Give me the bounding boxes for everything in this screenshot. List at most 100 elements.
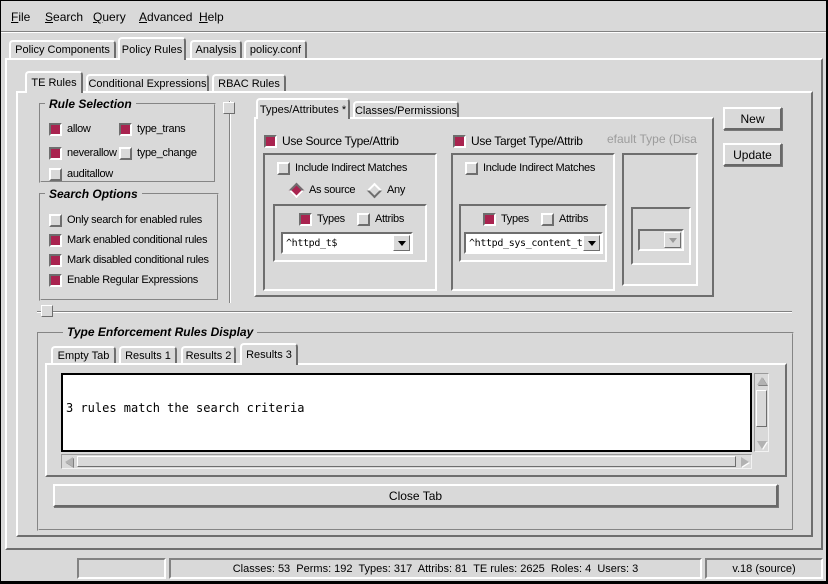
- search-options-title: Search Options: [45, 187, 142, 201]
- checkbox-target-attribs[interactable]: Attribs: [541, 212, 588, 226]
- menu-advanced[interactable]: Advanced: [137, 9, 194, 25]
- tab-conditional-expressions[interactable]: Conditional Expressions: [86, 74, 209, 91]
- scroll-right-button[interactable]: [738, 455, 751, 468]
- combobox-dropdown-button: [664, 232, 681, 248]
- checkbox-source-attribs[interactable]: Attribs: [357, 212, 404, 226]
- checkbox-indicator: [264, 135, 277, 148]
- tab-policy-components[interactable]: Policy Components: [9, 40, 116, 58]
- update-button[interactable]: Update: [723, 143, 782, 166]
- default-type-combobox: [638, 229, 684, 251]
- checkbox-mark-enabled[interactable]: Mark enabled conditional rules: [49, 233, 207, 247]
- menu-query[interactable]: Query: [91, 9, 128, 25]
- tab-analysis[interactable]: Analysis: [190, 40, 242, 58]
- checkbox-label: Mark enabled conditional rules: [67, 234, 207, 246]
- radio-indicator: [367, 182, 383, 198]
- target-type-combobox[interactable]: ^httpd_sys_content_t$: [464, 232, 603, 254]
- checkbox-neverallow[interactable]: neverallow: [49, 146, 117, 160]
- close-tab-button[interactable]: Close Tab: [53, 484, 778, 507]
- checkbox-indicator: [277, 162, 290, 175]
- results-horizontal-scrollbar[interactable]: [61, 454, 752, 469]
- horizontal-scroll-thumb[interactable]: [77, 456, 736, 467]
- menu-search[interactable]: Search: [43, 9, 85, 25]
- status-policy-version: v.18 (source): [705, 558, 823, 579]
- checkbox-indicator: [49, 254, 62, 267]
- vertical-scroll-thumb[interactable]: [756, 390, 767, 427]
- checkbox-only-enabled[interactable]: Only search for enabled rules: [49, 213, 202, 227]
- chevron-down-icon: [398, 241, 406, 246]
- checkbox-use-source[interactable]: Use Source Type/Attrib: [264, 134, 399, 148]
- menu-file[interactable]: File: [9, 9, 32, 25]
- checkbox-label: Types: [501, 213, 529, 225]
- combobox-dropdown-button[interactable]: [393, 235, 410, 251]
- tab-policy-rules[interactable]: Policy Rules: [118, 37, 186, 60]
- scroll-down-button[interactable]: [755, 438, 768, 451]
- vertical-sash-handle[interactable]: [223, 102, 235, 114]
- results-vertical-scrollbar[interactable]: [754, 373, 769, 452]
- menu-separator: [1, 31, 826, 33]
- radio-indicator: [289, 182, 305, 198]
- new-button[interactable]: New: [723, 107, 782, 130]
- checkbox-label: Enable Regular Expressions: [67, 274, 198, 286]
- vertical-sash[interactable]: [229, 101, 231, 303]
- menu-help[interactable]: Help: [197, 9, 226, 25]
- source-type-combobox[interactable]: ^httpd_t$: [281, 232, 413, 254]
- scroll-up-button[interactable]: [755, 374, 768, 387]
- status-version-text: v.18 (source): [732, 563, 795, 575]
- checkbox-auditallow[interactable]: auditallow: [49, 167, 113, 181]
- checkbox-label: Attribs: [375, 213, 404, 225]
- checkbox-target-indirect[interactable]: Include Indirect Matches: [465, 161, 595, 175]
- combobox-dropdown-button[interactable]: [583, 235, 600, 251]
- checkbox-mark-disabled[interactable]: Mark disabled conditional rules: [49, 253, 209, 267]
- checkbox-label: Use Source Type/Attrib: [282, 134, 399, 148]
- checkbox-label: allow: [67, 123, 91, 135]
- horizontal-sash[interactable]: [37, 311, 792, 313]
- checkbox-source-types[interactable]: Types: [299, 212, 345, 226]
- tab-te-rules[interactable]: TE Rules: [25, 71, 83, 93]
- results-text-area[interactable]: 3 rules match the search criteria (5822)…: [61, 373, 752, 452]
- checkbox-regex[interactable]: Enable Regular Expressions: [49, 273, 198, 287]
- checkbox-source-indirect[interactable]: Include Indirect Matches: [277, 161, 407, 175]
- horizontal-sash-handle[interactable]: [41, 305, 53, 317]
- tab-results-1[interactable]: Results 1: [119, 346, 177, 363]
- tab-results-2[interactable]: Results 2: [181, 346, 236, 363]
- scroll-left-button[interactable]: [62, 455, 75, 468]
- results-summary: 3 rules match the search criteria: [66, 402, 747, 415]
- tab-classes-permissions[interactable]: Classes/Permissions: [353, 101, 459, 118]
- rule-selection-title: Rule Selection: [45, 97, 136, 111]
- checkbox-indicator: [453, 135, 466, 148]
- tab-policy-conf[interactable]: policy.conf: [244, 40, 307, 58]
- checkbox-indicator: [49, 234, 62, 247]
- checkbox-type-trans[interactable]: type_trans: [119, 122, 185, 136]
- checkbox-label: Mark disabled conditional rules: [67, 254, 209, 266]
- tab-types-attributes[interactable]: Types/Attributes *: [256, 98, 350, 119]
- arrow-right-icon: [741, 457, 749, 467]
- tab-rbac-rules[interactable]: RBAC Rules: [212, 74, 286, 91]
- checkbox-indicator: [49, 147, 62, 160]
- checkbox-indicator: [49, 123, 62, 136]
- checkbox-indicator: [119, 123, 132, 136]
- checkbox-target-types[interactable]: Types: [483, 212, 529, 226]
- checkbox-label: auditallow: [67, 168, 113, 180]
- results-blank-line: [66, 441, 747, 452]
- radio-as-source[interactable]: As source: [289, 183, 355, 197]
- chevron-down-icon: [588, 241, 596, 246]
- status-stats-text: Classes: 53 Perms: 192 Types: 317 Attrib…: [233, 563, 639, 575]
- tab-empty-tab[interactable]: Empty Tab: [51, 346, 116, 363]
- tab-results-3[interactable]: Results 3: [240, 343, 298, 365]
- checkbox-use-target[interactable]: Use Target Type/Attrib: [453, 134, 583, 148]
- status-policy-stats: Classes: 53 Perms: 192 Types: 317 Attrib…: [169, 558, 702, 579]
- checkbox-label: neverallow: [67, 147, 117, 159]
- checkbox-indicator: [357, 213, 370, 226]
- checkbox-indicator: [541, 213, 554, 226]
- radio-any[interactable]: Any: [367, 183, 405, 197]
- radio-label: As source: [309, 184, 355, 196]
- checkbox-label: Types: [317, 213, 345, 225]
- checkbox-allow[interactable]: allow: [49, 122, 91, 136]
- combobox-value: ^httpd_t$: [286, 236, 393, 250]
- checkbox-type-change[interactable]: type_change: [119, 146, 197, 160]
- status-box-empty: [77, 558, 166, 579]
- checkbox-indicator: [49, 168, 62, 181]
- arrow-left-icon: [65, 457, 73, 467]
- checkbox-label: Include Indirect Matches: [483, 162, 595, 174]
- default-type-label: efault Type (Disa: [607, 132, 698, 146]
